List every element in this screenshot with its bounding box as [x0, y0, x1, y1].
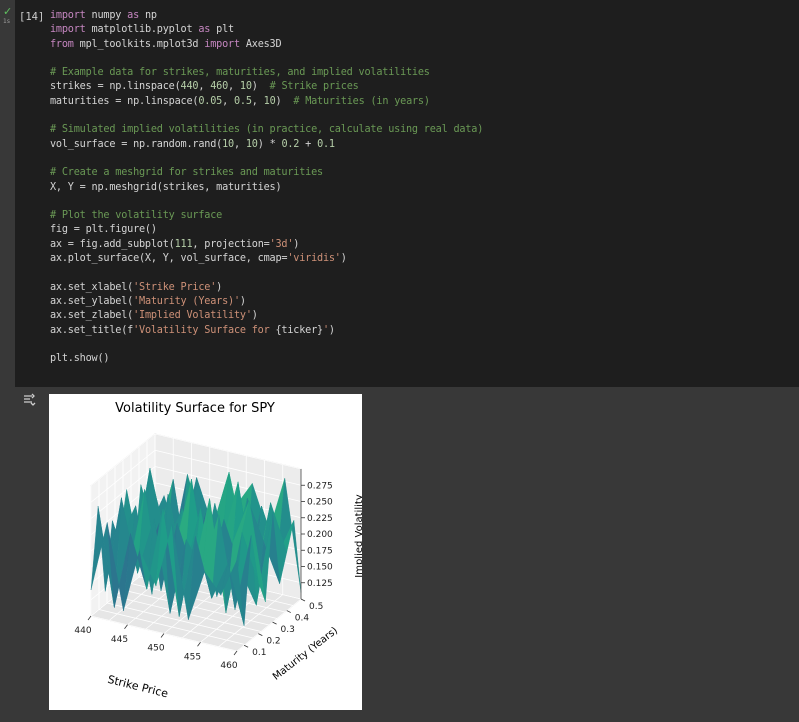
- y-tick: [286, 610, 291, 613]
- code-line: import matplotlib.pyplot as plt: [50, 24, 234, 36]
- y-tick-label: 0.3: [281, 625, 295, 635]
- x-tick-label: 445: [111, 635, 128, 645]
- code-line: from mpl_toolkits.mplot3d import Axes3D: [50, 38, 282, 50]
- z-tick-label: 0.125: [307, 579, 333, 589]
- code-line: X, Y = np.meshgrid(strikes, maturities): [50, 181, 282, 193]
- code-lines[interactable]: import numpy as np import matplotlib.pypl…: [50, 9, 483, 366]
- code-line: # Create a meshgrid for strikes and matu…: [50, 167, 323, 179]
- x-tick-label: 455: [184, 652, 201, 662]
- z-tick-label: 0.250: [307, 498, 333, 508]
- y-tick-label: 0.2: [266, 637, 280, 647]
- code-line: maturities = np.linspace(0.05, 0.5, 10) …: [50, 95, 430, 107]
- y-tick-label: 0.4: [295, 614, 310, 624]
- code-line: strikes = np.linspace(440, 460, 10) # St…: [50, 81, 359, 93]
- x-axis-label: Strike Price: [106, 673, 169, 701]
- code-line: ax = fig.add_subplot(111, projection='3d…: [50, 238, 300, 250]
- run-elapsed: 1s: [3, 18, 11, 25]
- y-tick: [243, 644, 249, 648]
- z-tick-label: 0.225: [307, 514, 333, 524]
- x-tick: [160, 633, 165, 638]
- y-tick-label: 0.1: [252, 648, 266, 658]
- z-tick-label: 0.275: [307, 481, 333, 491]
- chart-title: Volatility Surface for SPY: [115, 401, 275, 416]
- code-line: vol_surface = np.random.rand(10, 10) * 0…: [50, 138, 335, 150]
- x-tick: [197, 642, 201, 647]
- code-line: import numpy as np: [50, 10, 157, 21]
- output-toggle-icon[interactable]: [22, 393, 36, 407]
- code-line: ax.set_ylabel('Maturity (Years)'): [50, 295, 246, 307]
- notebook-cell: ✓ 1s [14] import numpy as np import matpl…: [0, 0, 799, 722]
- code-line: ax.set_zlabel('Implied Volatility'): [50, 310, 258, 322]
- y-tick-label: 0.5: [309, 602, 323, 612]
- z-tick-label: 0.150: [307, 563, 333, 573]
- code-line: # Plot the volatility surface: [50, 210, 223, 222]
- x-tick: [87, 615, 92, 621]
- run-status-icon[interactable]: ✓: [3, 6, 12, 17]
- cell-gutter: ✓ 1s: [0, 0, 15, 722]
- x-tick-label: 440: [74, 626, 91, 636]
- z-axis-label: Implied Volatility: [354, 494, 362, 578]
- y-tick: [300, 598, 306, 602]
- code-line: # Example data for strikes, maturities, …: [50, 67, 430, 79]
- y-tick: [272, 621, 277, 625]
- z-tick-label: 0.175: [307, 546, 333, 556]
- execution-count: [14]: [19, 11, 45, 23]
- x-tick-label: 450: [147, 644, 164, 654]
- x-tick-label: 460: [220, 661, 237, 671]
- code-line: plt.show(): [50, 353, 110, 365]
- volatility-surface-chart: Volatility Surface for SPY 440 445 450 455 4…: [74, 401, 365, 701]
- x-tick: [124, 624, 128, 629]
- code-line: ax.set_xlabel('Strike Price'): [50, 281, 223, 293]
- code-line: # Simulated implied volatilities (in pra…: [50, 124, 484, 136]
- code-line: fig = plt.figure(): [50, 224, 157, 236]
- output-plot: Volatility Surface for SPY 440 445 450 455 4…: [49, 394, 365, 710]
- z-tick-label: 0.200: [307, 530, 333, 540]
- code-line: ax.set_title(f'Volatility Surface for {t…: [50, 324, 335, 336]
- x-tick: [233, 650, 238, 656]
- code-line: ax.plot_surface(X, Y, vol_surface, cmap=…: [50, 253, 347, 265]
- y-tick: [258, 633, 263, 637]
